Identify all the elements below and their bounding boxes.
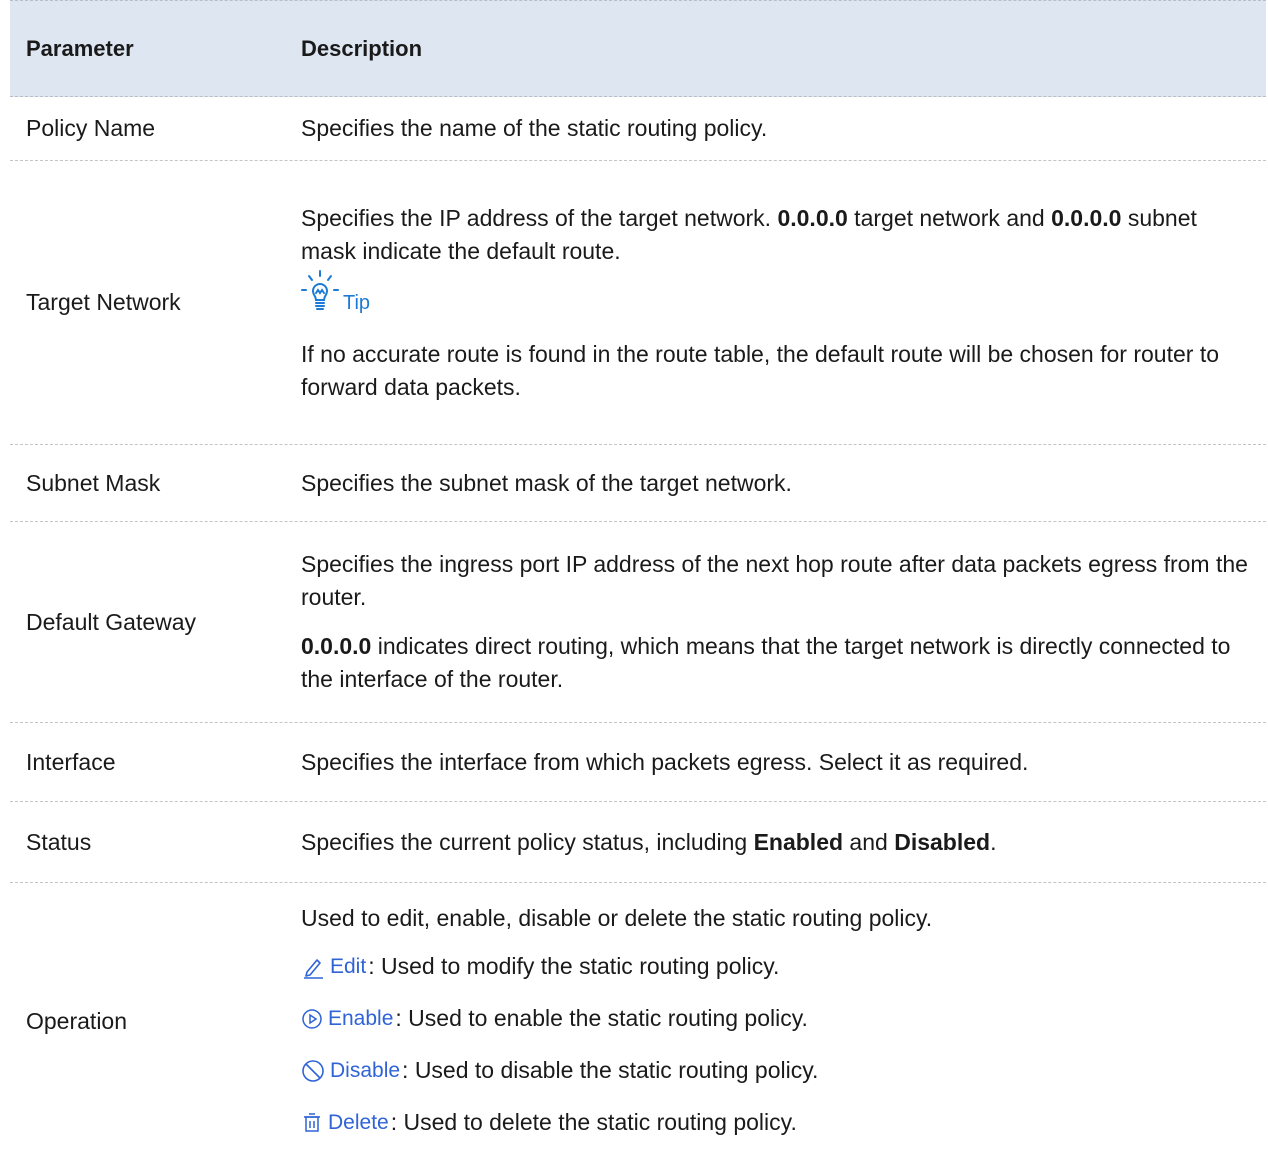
param-status: Status (26, 828, 92, 855)
param-target-network: Target Network (26, 289, 181, 315)
table-row: Policy Name Specifies the name of the st… (10, 97, 1266, 161)
enable-desc: : Used to enable the static routing poli… (395, 1005, 808, 1031)
table-row: Default Gateway Specifies the ingress po… (10, 522, 1266, 723)
desc-fragment: target network and (847, 204, 1052, 231)
table-row: Status Specifies the current policy stat… (10, 802, 1266, 883)
desc-default-gateway: Specifies the ingress port IP address of… (301, 548, 1266, 696)
pencil-icon (304, 958, 323, 979)
desc-text: Specifies the IP address of the target n… (301, 202, 1250, 268)
delete-label: Delete (328, 1111, 389, 1134)
param-policy-name: Policy Name (26, 115, 156, 141)
edit-label: Edit (330, 955, 367, 978)
tip-text: If no accurate route is found in the rou… (301, 340, 1220, 400)
desc-fragment: Specifies the current policy status, inc… (301, 828, 754, 855)
desc-bold: 0.0.0.0 (1051, 204, 1122, 231)
operation-disable-line: Disable : Used to disable the static rou… (301, 1053, 1250, 1089)
tip-callout: Tip (301, 269, 1250, 322)
lightbulb-icon (301, 269, 339, 322)
desc-status: Specifies the current policy status, inc… (301, 826, 1266, 859)
parameter-table: Parameter Description Policy Name Specif… (10, 0, 1266, 1159)
desc-text: Specifies the name of the static routing… (301, 115, 768, 141)
enable-label: Enable (328, 1007, 394, 1030)
disable-button[interactable]: Disable (301, 1054, 400, 1087)
desc-fragment: Specifies the IP address of the target n… (301, 204, 778, 231)
operation-delete-line: Delete : Used to delete the static routi… (301, 1105, 1250, 1141)
table-row: Subnet Mask Specifies the subnet mask of… (10, 445, 1266, 522)
desc-bold: 0.0.0.0 (301, 633, 372, 659)
play-circle-icon (302, 1008, 322, 1029)
param-operation: Operation (26, 1007, 128, 1034)
delete-desc: : Used to delete the static routing poli… (390, 1109, 797, 1135)
desc-policy-name: Specifies the name of the static routing… (301, 112, 1266, 145)
desc-text: Specifies the current policy status, inc… (301, 826, 1250, 859)
desc-subnet-mask: Specifies the subnet mask of the target … (301, 467, 1266, 500)
param-subnet-mask: Subnet Mask (26, 469, 161, 496)
operation-enable-line: Enable : Used to enable the static routi… (301, 1001, 1250, 1037)
disable-label: Disable (330, 1059, 401, 1082)
ban-icon (302, 1059, 324, 1082)
desc-fragment: and (843, 828, 895, 855)
param-interface: Interface (26, 748, 116, 775)
table-row: Operation Used to edit, enable, disable … (10, 883, 1266, 1159)
desc-bold: Disabled (894, 828, 991, 855)
param-default-gateway: Default Gateway (26, 608, 197, 635)
delete-button[interactable]: Delete (301, 1106, 389, 1139)
disable-desc: : Used to disable the static routing pol… (402, 1057, 819, 1083)
desc-text-2: 0.0.0.0 indicates direct routing, which … (301, 630, 1250, 696)
desc-fragment: indicates direct routing, which means th… (301, 633, 1231, 692)
desc-operation: Used to edit, enable, disable or delete … (301, 902, 1266, 1141)
desc-text: Used to edit, enable, disable or delete … (301, 904, 933, 931)
operation-edit-line: Edit : Used to modify the static routing… (301, 949, 1250, 985)
desc-text: Specifies the subnet mask of the target … (301, 469, 792, 496)
tip-label: Tip (343, 291, 371, 314)
edit-desc: : Used to modify the static routing poli… (368, 953, 780, 979)
header-description: Description (301, 36, 423, 61)
desc-text: Specifies the interface from which packe… (301, 748, 1029, 775)
table-row: Interface Specifies the interface from w… (10, 723, 1266, 802)
trash-icon (304, 1112, 320, 1132)
desc-text: Specifies the ingress port IP address of… (301, 551, 1248, 610)
table-header: Parameter Description (10, 0, 1266, 97)
edit-button[interactable]: Edit (301, 950, 366, 983)
desc-fragment: . (990, 828, 997, 855)
enable-button[interactable]: Enable (301, 1002, 393, 1035)
table-row: Target Network Specifies the IP address … (10, 161, 1266, 445)
desc-target-network: Specifies the IP address of the target n… (301, 202, 1266, 404)
desc-bold: Enabled (753, 828, 844, 855)
desc-interface: Specifies the interface from which packe… (301, 746, 1266, 779)
desc-bold: 0.0.0.0 (777, 204, 848, 231)
header-parameter: Parameter (26, 35, 134, 61)
